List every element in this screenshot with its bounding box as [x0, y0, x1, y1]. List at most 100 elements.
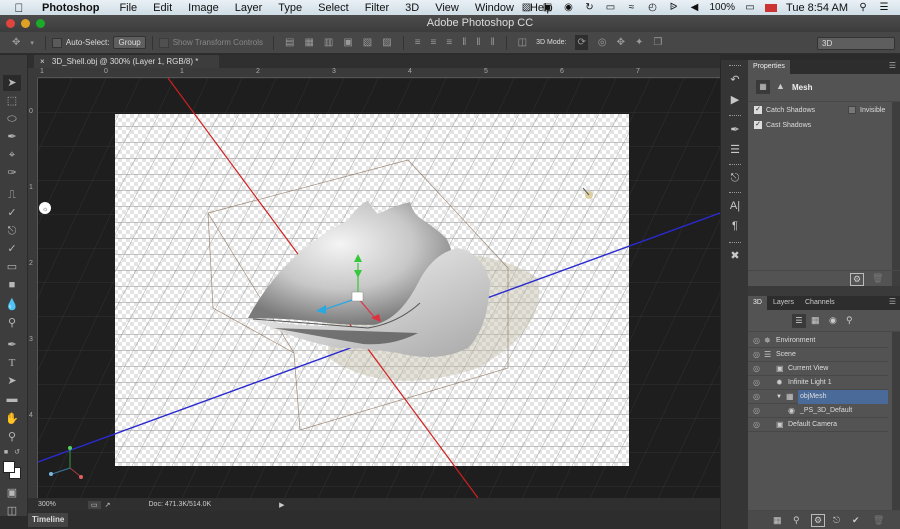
- menu-type[interactable]: Type: [278, 2, 302, 14]
- quick-mask-icon[interactable]: ▣: [3, 485, 21, 501]
- tab-timeline[interactable]: Timeline: [28, 513, 69, 527]
- dodge-tool[interactable]: ⚲: [3, 315, 21, 331]
- scale-3d-icon[interactable]: ❐: [653, 37, 662, 48]
- horizontal-ruler[interactable]: 1 0 1 2 3 4 5 6 7: [38, 68, 720, 78]
- distribute-hcenter-icon[interactable]: ‖: [476, 37, 480, 48]
- cast-shadows-checkbox[interactable]: ✓: [754, 121, 762, 129]
- scene-list-item[interactable]: ◎ ◉ _PS_3D_Default: [748, 404, 888, 418]
- hand-tool[interactable]: ✋: [3, 411, 21, 427]
- tool-preset-dropdown-icon[interactable]: ▾: [30, 39, 34, 47]
- roll-3d-icon[interactable]: ◎: [598, 37, 607, 48]
- tab-layers[interactable]: Layers: [768, 296, 799, 310]
- visibility-eye-icon[interactable]: ◎: [753, 404, 760, 418]
- constraint-icon[interactable]: ✔: [852, 515, 860, 526]
- document-tab[interactable]: × 3D_Shell.obj @ 300% (Layer 1, RGB/8) *: [34, 55, 219, 68]
- drive-icon[interactable]: ▧: [520, 2, 532, 13]
- blur-tool[interactable]: 💧: [3, 297, 21, 313]
- slide-3d-icon[interactable]: ✦: [635, 37, 643, 48]
- sync-icon[interactable]: ↻: [583, 2, 595, 13]
- actions-play-icon[interactable]: ▶: [726, 92, 744, 108]
- zoom-tool[interactable]: ⚲: [3, 429, 21, 445]
- properties-panel-menu-icon[interactable]: ☰: [889, 61, 896, 70]
- status-menu-arrow-icon[interactable]: ▶: [279, 501, 284, 509]
- tool-presets-icon[interactable]: ✖: [726, 248, 744, 264]
- clone-stamp-tool[interactable]: ⎋: [3, 223, 21, 239]
- workspace-select[interactable]: 3D: [817, 37, 895, 50]
- render-button-icon[interactable]: ⚙: [811, 514, 826, 527]
- scene-list-item[interactable]: ◎ ✹ Infinite Light 1: [748, 376, 888, 390]
- auto-align-icon[interactable]: ◫: [518, 37, 527, 48]
- history-brush-tool[interactable]: ✓: [3, 241, 21, 257]
- status-preview-icon[interactable]: ▭: [88, 500, 101, 509]
- clock[interactable]: Tue 8:54 AM: [786, 2, 848, 14]
- vertical-ruler[interactable]: 0 1 2 3 4: [28, 68, 38, 498]
- auto-select-target-select[interactable]: Group: [113, 36, 146, 49]
- expand-triangle-icon[interactable]: ▼: [776, 390, 782, 404]
- share-icon[interactable]: ↗: [105, 501, 111, 509]
- 3d-scene[interactable]: ☼: [38, 78, 720, 498]
- visibility-eye-icon[interactable]: ◎: [753, 362, 760, 376]
- auto-select-checkbox[interactable]: [51, 37, 62, 48]
- menu-select[interactable]: Select: [318, 2, 349, 14]
- brush-tool[interactable]: ✓: [3, 205, 21, 221]
- align-bottom-icon[interactable]: ▥: [324, 37, 333, 48]
- healing-brush-tool[interactable]: ⎍: [3, 187, 21, 203]
- drag-3d-icon[interactable]: ✥: [617, 37, 625, 48]
- marquee-tool[interactable]: ⬚: [3, 93, 21, 109]
- align-vcenter-icon[interactable]: ▦: [304, 37, 313, 48]
- visibility-eye-icon[interactable]: ◎: [753, 390, 760, 404]
- history-icon[interactable]: ↶: [726, 72, 744, 88]
- render-icon[interactable]: ⚙: [850, 273, 865, 286]
- tab-properties[interactable]: Properties: [748, 60, 790, 74]
- filter-materials-icon[interactable]: ◉: [829, 315, 837, 326]
- align-left-icon[interactable]: ▣: [343, 37, 352, 48]
- brush-presets-icon[interactable]: ✒: [726, 122, 744, 138]
- filter-whole-scene-icon[interactable]: ☰: [792, 314, 806, 328]
- rectangle-tool[interactable]: ▬: [3, 391, 21, 407]
- wifi-icon[interactable]: ≈: [625, 2, 637, 13]
- ruler-origin[interactable]: [28, 68, 38, 78]
- battery-icon[interactable]: ▭: [744, 2, 756, 13]
- scene-list-item[interactable]: ◎ ▣ Current View: [748, 362, 888, 376]
- 3d-panel-scrollbar[interactable]: [892, 332, 900, 512]
- distribute-bottom-icon[interactable]: ≡: [446, 37, 452, 48]
- scene-list-item[interactable]: ◎ ▼ ▦ objMesh: [748, 390, 888, 404]
- zoom-window-button[interactable]: [36, 19, 45, 28]
- spotlight-search-icon[interactable]: ⚲: [857, 2, 869, 13]
- menu-file[interactable]: File: [119, 2, 137, 14]
- swap-colors-icon[interactable]: ↺: [12, 445, 22, 461]
- volume-icon[interactable]: ◀: [688, 2, 700, 13]
- clone-source-icon[interactable]: ⎋: [726, 170, 744, 186]
- gizmo-center-handle[interactable]: [351, 291, 364, 302]
- visibility-eye-icon[interactable]: ◎: [753, 334, 760, 348]
- menu-window[interactable]: Window: [475, 2, 514, 14]
- gradient-tool[interactable]: ■: [3, 277, 21, 293]
- menu-image[interactable]: Image: [188, 2, 219, 14]
- close-tab-icon[interactable]: ×: [40, 57, 45, 66]
- character-panel-icon[interactable]: A|: [726, 198, 744, 214]
- visibility-eye-icon[interactable]: ◎: [753, 376, 760, 390]
- show-transform-controls-checkbox[interactable]: [158, 37, 169, 48]
- delete-icon[interactable]: 🗑: [873, 515, 884, 526]
- visibility-eye-icon[interactable]: ◎: [753, 418, 760, 432]
- pen-tool[interactable]: ✒: [3, 337, 21, 353]
- type-tool[interactable]: T: [3, 355, 21, 371]
- time-machine-icon[interactable]: ◴: [646, 2, 658, 13]
- menu-3d[interactable]: 3D: [405, 2, 419, 14]
- distribute-left-icon[interactable]: ‖: [462, 37, 466, 48]
- align-top-icon[interactable]: ▤: [285, 37, 294, 48]
- notification-center-icon[interactable]: ☰: [878, 2, 890, 13]
- menu-layer[interactable]: Layer: [235, 2, 263, 14]
- default-colors-icon[interactable]: ■: [1, 445, 11, 461]
- eyedropper-tool[interactable]: ✑: [3, 165, 21, 181]
- apple-icon[interactable]: : [12, 1, 26, 15]
- minimize-window-button[interactable]: [21, 19, 30, 28]
- close-window-button[interactable]: [6, 19, 15, 28]
- tab-channels[interactable]: Channels: [800, 296, 840, 310]
- add-light-icon[interactable]: ⚲: [793, 515, 800, 526]
- scene-list-item[interactable]: ◎ ▣ Default Camera: [748, 418, 888, 432]
- airplay-icon[interactable]: ▭: [604, 2, 616, 13]
- quick-selection-tool[interactable]: ✒: [3, 129, 21, 145]
- align-right-icon[interactable]: ▨: [382, 37, 391, 48]
- properties-trash-icon[interactable]: 🗑: [872, 273, 883, 284]
